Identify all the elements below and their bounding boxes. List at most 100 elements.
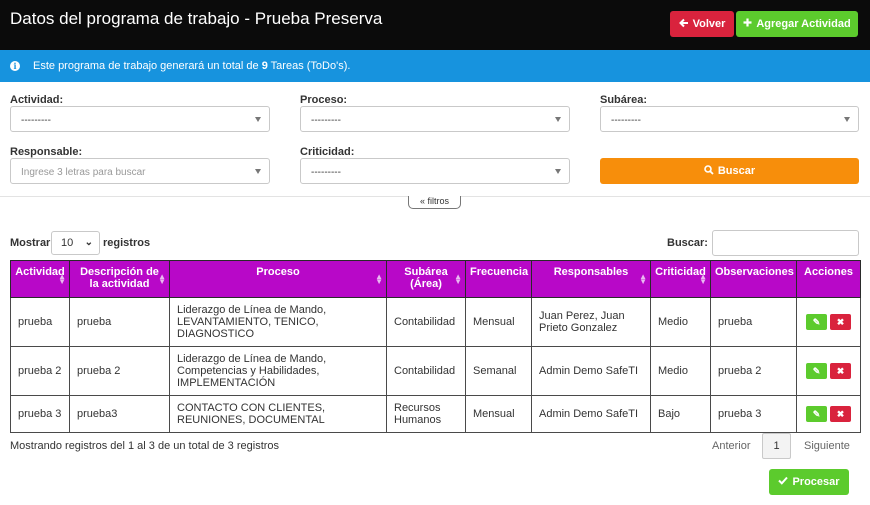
caret-down-icon (255, 169, 261, 174)
delete-button[interactable]: ✖ (830, 406, 851, 422)
double-chevron-up-icon: « (419, 196, 425, 206)
add-activity-label: Agregar Actividad (756, 18, 851, 30)
col-header-proceso[interactable]: Proceso ▲ ▼ (169, 260, 387, 298)
process-button-label: Procesar (792, 476, 840, 488)
back-button-label: Volver (692, 18, 726, 30)
cell-observaciones: prueba 2 (710, 346, 797, 396)
table-row: prueba prueba Liderazgo de Línea de Mand… (10, 297, 861, 347)
cell-responsables: Admin Demo SafeTI (531, 395, 651, 433)
arrow-left-icon (678, 18, 689, 31)
cell-actividad: prueba (10, 297, 70, 347)
cell-frecuencia: Semanal (465, 346, 532, 396)
subarea-select[interactable]: --------- (600, 106, 859, 132)
cell-criticidad: Medio (650, 297, 711, 347)
page-length-select[interactable]: 10 ⌄ (51, 231, 100, 255)
subarea-label: Subárea: (600, 94, 648, 106)
col-header-label: Acciones (804, 266, 853, 278)
sort-icon: ▲ ▼ (375, 272, 383, 286)
subarea-value: --------- (611, 115, 641, 126)
activities-table: Actividad ▲ ▼ Descripción de la actividad ▲… (10, 260, 861, 433)
proceso-value: --------- (311, 115, 341, 126)
cell-observaciones: prueba (710, 297, 797, 347)
sort-icon: ▲ ▼ (158, 272, 166, 286)
top-header: Datos del programa de trabajo - Prueba P… (0, 0, 870, 50)
info-prefix: Este programa de trabajo generará un tot… (33, 60, 262, 72)
info-banner: i Este programa de trabajo generará un t… (0, 50, 870, 82)
col-header-actividad[interactable]: Actividad ▲ ▼ (10, 260, 70, 298)
cell-acciones: ✎ ✖ (796, 346, 861, 396)
pencil-icon: ✎ (812, 317, 821, 327)
col-header-subarea[interactable]: Subárea (Área) ▲ ▼ (386, 260, 466, 298)
proceso-label: Proceso: (300, 94, 348, 106)
col-header-label: Subárea (Área) (404, 266, 448, 290)
sort-icon: ▲ ▼ (699, 272, 707, 286)
criticidad-label: Criticidad: (300, 146, 355, 158)
sort-icon: ▲ ▼ (639, 272, 647, 286)
back-button[interactable]: Volver (670, 11, 734, 37)
close-icon: ✖ (836, 409, 845, 419)
col-header-label: Proceso (256, 266, 300, 278)
pencil-icon: ✎ (812, 409, 821, 419)
cell-responsables: Juan Perez, Juan Prieto Gonzalez (531, 297, 651, 347)
cell-descripcion: prueba3 (69, 395, 170, 433)
info-suffix: Tareas (ToDo's). (267, 60, 351, 72)
table-search-label: Buscar: (667, 237, 708, 249)
responsable-label: Responsable: (10, 146, 83, 158)
actividad-value: --------- (21, 115, 51, 126)
show-label: Mostrar (10, 237, 51, 249)
search-icon (704, 164, 714, 178)
cell-frecuencia: Mensual (465, 297, 532, 347)
cell-actividad: prueba 3 (10, 395, 70, 433)
cell-subarea: Contabilidad (386, 297, 466, 347)
sort-icon: ▲ ▼ (58, 272, 66, 286)
edit-button[interactable]: ✎ (806, 363, 827, 379)
filters-toggle[interactable]: « filtros (408, 196, 461, 209)
edit-button[interactable]: ✎ (806, 314, 827, 330)
pagination-current-page[interactable]: 1 (762, 433, 791, 459)
cell-criticidad: Bajo (650, 395, 711, 433)
responsable-select[interactable]: Ingrese 3 letras para buscar (10, 158, 270, 184)
pencil-icon: ✎ (812, 366, 821, 376)
criticidad-value: --------- (311, 167, 341, 178)
chevron-down-icon: ⌄ (84, 237, 93, 248)
col-header-label: Responsables (553, 266, 629, 278)
col-header-label: Descripción de la actividad (80, 266, 159, 290)
plus-icon (743, 18, 752, 30)
col-header-label: Frecuencia (470, 266, 529, 278)
page-length-value: 10 (61, 237, 74, 249)
table-summary: Mostrando registros del 1 al 3 de un tot… (10, 440, 280, 452)
responsable-placeholder: Ingrese 3 letras para buscar (21, 167, 146, 178)
info-message: Este programa de trabajo generará un tot… (33, 60, 350, 72)
cell-subarea: Recursos Humanos (386, 395, 466, 433)
cell-frecuencia: Mensual (465, 395, 532, 433)
cell-actividad: prueba 2 (10, 346, 70, 396)
cell-subarea: Contabilidad (386, 346, 466, 396)
table-row: prueba 3 prueba3 CONTACTO CON CLIENTES, … (10, 395, 861, 433)
close-icon: ✖ (836, 366, 845, 376)
delete-button[interactable]: ✖ (830, 314, 851, 330)
check-icon (778, 476, 789, 488)
caret-down-icon (844, 117, 850, 122)
col-header-criticidad[interactable]: Criticidad ▲ ▼ (650, 260, 711, 298)
filters-toggle-label: filtros (427, 196, 450, 206)
delete-button[interactable]: ✖ (830, 363, 851, 379)
cell-acciones: ✎ ✖ (796, 395, 861, 433)
pagination-previous[interactable]: Anterior (712, 440, 751, 452)
col-header-observaciones[interactable]: Observaciones (710, 260, 797, 298)
proceso-select[interactable]: --------- (300, 106, 570, 132)
col-header-responsables[interactable]: Responsables ▲ ▼ (531, 260, 651, 298)
table-search-input[interactable] (712, 230, 859, 256)
criticidad-select[interactable]: --------- (300, 158, 570, 184)
col-header-descripcion[interactable]: Descripción de la actividad ▲ ▼ (69, 260, 170, 298)
pagination-next[interactable]: Siguiente (804, 440, 850, 452)
table-row: prueba 2 prueba 2 Liderazgo de Línea de … (10, 346, 861, 396)
cell-descripcion: prueba (69, 297, 170, 347)
cell-criticidad: Medio (650, 346, 711, 396)
edit-button[interactable]: ✎ (806, 406, 827, 422)
actividad-select[interactable]: --------- (10, 106, 270, 132)
process-button[interactable]: Procesar (769, 469, 849, 495)
col-header-frecuencia[interactable]: Frecuencia (465, 260, 532, 298)
search-filters-button[interactable]: Buscar (600, 158, 859, 184)
add-activity-button[interactable]: Agregar Actividad (736, 11, 858, 37)
cell-observaciones: prueba 3 (710, 395, 797, 433)
